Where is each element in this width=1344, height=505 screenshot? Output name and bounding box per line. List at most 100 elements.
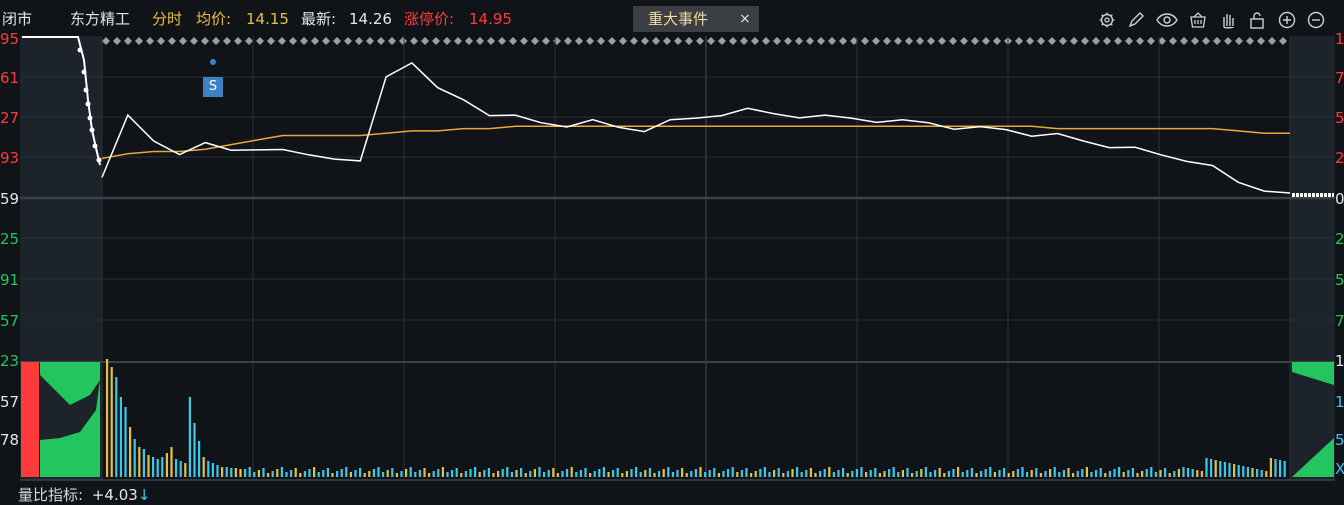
volume-bar <box>106 359 109 477</box>
volume-bar <box>395 473 398 477</box>
zoom-in-icon[interactable] <box>1278 11 1296 29</box>
volume-bar <box>819 471 822 477</box>
volume-bar <box>1026 472 1029 477</box>
lock-icon[interactable] <box>1248 11 1266 29</box>
volume-bar <box>161 457 164 477</box>
event-diamond <box>839 37 847 45</box>
right-axis-label: 5 <box>1335 431 1344 449</box>
volume-bar <box>842 468 845 477</box>
volume-bar <box>299 473 302 477</box>
event-diamond <box>1268 37 1276 45</box>
volume-bar <box>616 468 619 477</box>
event-diamond <box>1081 37 1089 45</box>
volume-bar <box>432 471 435 477</box>
zoom-out-icon[interactable] <box>1307 11 1325 29</box>
event-diamond <box>663 37 671 45</box>
chart-mode[interactable]: 分时 <box>152 9 182 29</box>
latest-price-label: 最新: <box>301 10 337 28</box>
volume-bar <box>184 463 187 477</box>
major-events-tab[interactable]: 重大事件 × <box>633 6 759 32</box>
volume-bar <box>492 473 495 477</box>
volume-bar <box>809 468 812 477</box>
volume-bar <box>129 427 132 477</box>
volume-bar <box>662 469 665 477</box>
volume-bar <box>359 468 362 477</box>
volume-bar <box>1090 472 1093 477</box>
hand-icon[interactable] <box>1219 11 1237 29</box>
volume-bar <box>1274 459 1277 477</box>
event-diamond <box>762 37 770 45</box>
volume-bar <box>1049 469 1052 477</box>
event-diamond <box>608 37 616 45</box>
volume-bar <box>589 473 592 477</box>
pen-icon[interactable] <box>1127 11 1145 29</box>
volume-bar <box>510 472 513 477</box>
price-point <box>92 143 98 149</box>
event-diamond <box>509 37 517 45</box>
sell-signal-marker[interactable]: S <box>203 77 223 97</box>
stock-name[interactable]: 东方精工 <box>70 9 130 29</box>
volume-bar <box>1141 471 1144 477</box>
volume-bar <box>1196 470 1199 477</box>
limit-up-label: 涨停价: <box>404 10 455 28</box>
gear-icon[interactable] <box>1098 11 1116 29</box>
volume-bar <box>451 470 454 477</box>
volume-bar <box>1058 472 1061 477</box>
volume-bar <box>216 465 219 477</box>
basket-icon[interactable] <box>1189 11 1207 29</box>
volume-bar <box>1118 467 1121 477</box>
volume-bar <box>1187 468 1190 477</box>
volume-bar <box>368 471 371 477</box>
volume-bar <box>901 470 904 477</box>
volume-bar <box>584 468 587 477</box>
volume-bar <box>478 472 481 477</box>
volume-bar <box>1219 461 1222 477</box>
event-diamond <box>245 37 253 45</box>
event-diamond <box>740 37 748 45</box>
volume-bar <box>1256 469 1259 477</box>
volume-ratio-label: 量比指标: <box>18 486 84 504</box>
volume-bar <box>1283 461 1286 477</box>
volume-bar <box>244 469 247 477</box>
event-diamond <box>399 37 407 45</box>
volume-bar <box>1251 468 1254 477</box>
event-diamond <box>234 37 242 45</box>
volume-bar <box>340 469 343 477</box>
volume-bar <box>1012 471 1015 477</box>
event-diamond <box>1169 37 1177 45</box>
volume-bar <box>253 472 256 477</box>
volume-bar <box>929 472 932 477</box>
event-diamond <box>1015 37 1023 45</box>
volume-bar <box>851 471 854 477</box>
volume-bar <box>1076 471 1079 477</box>
event-diamond <box>619 37 627 45</box>
volume-bar <box>1122 472 1125 477</box>
volume-bar <box>759 469 762 477</box>
volume-bar <box>156 459 159 477</box>
volume-bar <box>745 468 748 477</box>
event-diamond <box>641 37 649 45</box>
volume-bar <box>211 463 214 477</box>
event-diamond <box>278 37 286 45</box>
event-diamond <box>993 37 1001 45</box>
volume-bar <box>428 473 431 477</box>
volume-bar <box>423 468 426 477</box>
avg-price-label: 均价: <box>196 10 232 28</box>
volume-bar <box>267 473 270 477</box>
volume-bar <box>225 467 228 477</box>
intraday-chart[interactable] <box>0 0 1344 505</box>
volume-bar <box>690 471 693 477</box>
event-diamond <box>553 37 561 45</box>
volume-bar <box>713 468 716 477</box>
volume-bar <box>805 470 808 477</box>
event-diamond <box>190 37 198 45</box>
close-icon[interactable]: × <box>739 6 751 32</box>
eye-icon[interactable] <box>1156 11 1178 29</box>
event-diamond <box>212 37 220 45</box>
volume-bar <box>1044 471 1047 477</box>
volume-bar <box>754 471 757 477</box>
event-diamond <box>883 37 891 45</box>
event-diamond <box>531 37 539 45</box>
volume-bar <box>138 447 141 477</box>
volume-bar <box>405 469 408 477</box>
